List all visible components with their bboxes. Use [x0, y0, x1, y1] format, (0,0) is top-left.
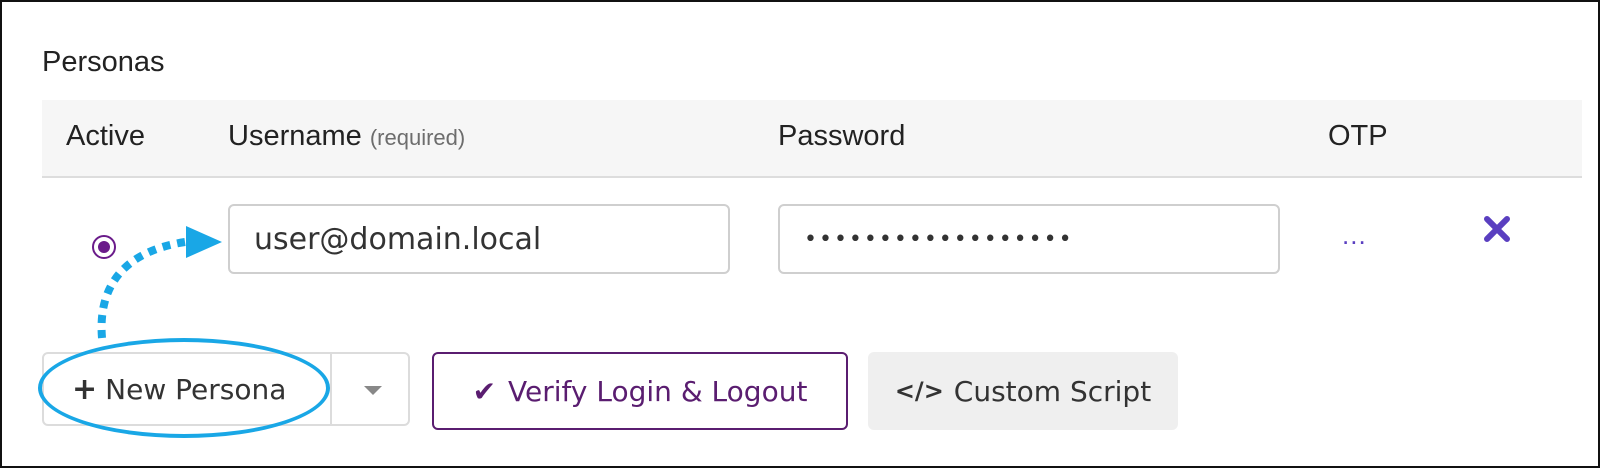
new-persona-label: New Persona — [105, 372, 287, 406]
plus-icon: + — [72, 371, 98, 407]
personas-panel: Personas Active Username (required) Pass… — [0, 0, 1600, 468]
header-username-hint: (required) — [369, 125, 466, 150]
persona-row: ... — [42, 178, 1582, 318]
header-otp: OTP — [1328, 120, 1388, 152]
code-icon: </> — [894, 377, 944, 405]
new-persona-split-button: + New Persona — [42, 352, 410, 426]
section-title: Personas — [42, 46, 165, 78]
new-persona-dropdown-toggle[interactable] — [334, 354, 410, 424]
header-active: Active — [66, 120, 145, 152]
password-input[interactable] — [778, 204, 1280, 274]
header-username: Username (required) — [228, 120, 465, 153]
header-username-label: Username — [228, 120, 362, 152]
active-radio-dot — [98, 241, 110, 253]
caret-down-icon — [364, 386, 382, 395]
otp-more-button[interactable]: ... — [1342, 220, 1367, 251]
personas-table-header: Active Username (required) Password OTP — [42, 100, 1582, 178]
verify-label: Verify Login & Logout — [508, 374, 808, 408]
new-persona-button[interactable]: + New Persona — [44, 354, 332, 424]
x-icon[interactable] — [1482, 214, 1512, 244]
username-input[interactable] — [228, 204, 730, 274]
check-icon: ✔ — [472, 374, 497, 408]
header-password: Password — [778, 120, 906, 152]
custom-script-button[interactable]: </> Custom Script — [868, 352, 1178, 430]
active-radio[interactable] — [92, 235, 116, 259]
custom-script-label: Custom Script — [953, 374, 1152, 408]
verify-login-logout-button[interactable]: ✔ Verify Login & Logout — [432, 352, 848, 430]
